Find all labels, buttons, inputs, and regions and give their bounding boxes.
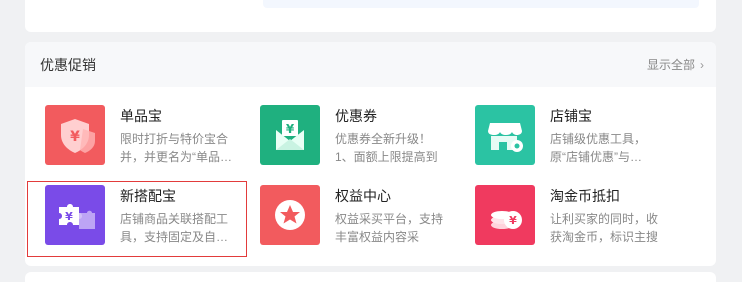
coin-stack-icon: ¥ [475,185,535,245]
svg-text:¥: ¥ [70,129,80,145]
puzzle-yuan-icon: ¥ [45,185,105,245]
section-title: 优惠促销 [40,57,96,73]
svg-text:¥: ¥ [509,214,517,227]
tool-item-coin-deduction[interactable]: ¥ 淘金币抵扣 让利买家的同时，收获淘金币，标识主搜可见 [455,165,665,245]
tool-description: 优惠券全新升级！1、面额上限提高到100… [335,132,438,164]
envelope-yuan-icon: ¥ [260,105,320,165]
tool-description: 限时打折与特价宝合并，并更名为“单品… [120,132,232,164]
promotions-card: 优惠促销 显示全部 › ¥ 单品宝 限时打折与特价宝合并，并更名为“单品… ¥ 优… [25,42,716,266]
previous-card [25,0,716,32]
tool-item-benefits-center[interactable]: 权益中心 权益采买平台，支持丰富权益内容采买，… [240,165,450,245]
card-header: 优惠促销 显示全部 › [25,42,716,87]
show-all-link[interactable]: 显示全部 › [647,57,704,73]
tool-name: 店铺宝 [550,108,592,124]
show-all-label: 显示全部 [646,58,695,72]
next-card [25,272,716,282]
tool-description: 让利买家的同时，收获淘金币，标识主搜可见 [550,212,659,244]
tool-item-shop[interactable]: 店铺宝 店铺级优惠工具，原“店铺优惠”与… [455,85,665,165]
tool-name: 权益中心 [335,188,391,204]
tool-name: 单品宝 [120,108,162,124]
tool-description: 权益采买平台，支持丰富权益内容采买，… [335,212,444,244]
previous-card-content [263,0,699,8]
tool-item-single-product[interactable]: ¥ 单品宝 限时打折与特价宝合并，并更名为“单品… [25,85,235,165]
svg-text:¥: ¥ [65,210,73,223]
tool-description: 店铺级优惠工具，原“店铺优惠”与… [550,132,647,164]
tool-name: 新搭配宝 [120,188,176,204]
storefront-gear-icon [475,105,535,165]
chevron-right-icon: › [700,58,704,72]
tool-name: 优惠券 [335,108,377,124]
tool-description: 店铺商品关联搭配工具，支持固定及自… [120,212,229,244]
tool-name: 淘金币抵扣 [550,188,620,204]
shield-yuan-icon: ¥ [45,105,105,165]
star-badge-icon [260,185,320,245]
svg-text:¥: ¥ [286,122,295,136]
tool-item-bundle[interactable]: ¥ 新搭配宝 店铺商品关联搭配工具，支持固定及自… [25,165,235,245]
tool-item-coupon[interactable]: ¥ 优惠券 优惠券全新升级！1、面额上限提高到100… [240,85,450,165]
